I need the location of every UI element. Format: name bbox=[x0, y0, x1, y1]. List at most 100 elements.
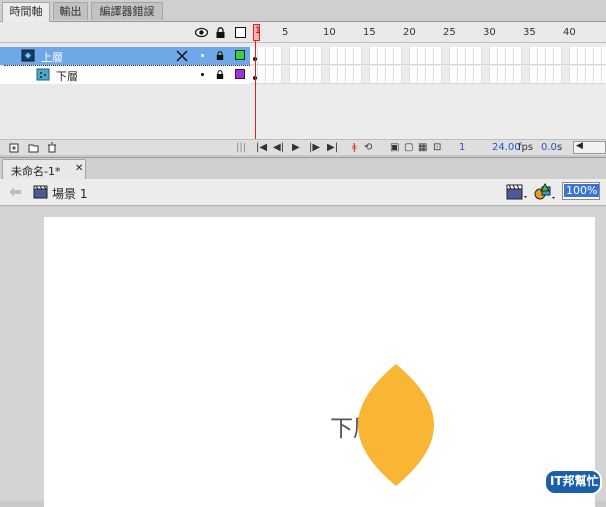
document-tab[interactable]: 未命名-1* ✕ bbox=[2, 159, 86, 180]
layer-row-upper[interactable]: 上層 bbox=[0, 47, 250, 65]
lock-toggle-icon[interactable] bbox=[216, 70, 224, 79]
lock-icon[interactable] bbox=[215, 27, 226, 38]
close-tab-icon[interactable]: ✕ bbox=[75, 163, 83, 174]
edit-scene-icon[interactable] bbox=[506, 183, 528, 201]
ruler-label: 40 bbox=[563, 27, 576, 38]
frame-divider bbox=[545, 47, 546, 64]
onion-outline-icon[interactable]: ▢ bbox=[404, 142, 413, 153]
play-icon[interactable]: ▶ bbox=[292, 142, 300, 153]
layer-color-swatch[interactable] bbox=[235, 50, 245, 60]
frame-divider bbox=[305, 66, 306, 83]
frame-divider bbox=[409, 66, 410, 83]
back-arrow-icon[interactable] bbox=[8, 186, 22, 198]
frame-divider bbox=[497, 66, 498, 83]
edit-symbols-icon[interactable] bbox=[533, 182, 559, 202]
stage-canvas[interactable]: 下層 bbox=[44, 217, 595, 507]
horizontal-scrollbar[interactable]: ◀ bbox=[573, 141, 606, 154]
frame-divider bbox=[297, 47, 298, 64]
ruler-label: 20 bbox=[403, 27, 416, 38]
frame-divider bbox=[465, 66, 466, 83]
document-tab-label: 未命名-1* bbox=[11, 165, 61, 178]
onion-skin-icon[interactable]: ▣ bbox=[390, 142, 399, 153]
frame-row-lower[interactable] bbox=[250, 66, 606, 84]
frame-divider bbox=[537, 47, 538, 64]
ruler-label: 10 bbox=[323, 27, 336, 38]
frame-divider bbox=[425, 66, 426, 83]
loop-icon[interactable]: ⟲ bbox=[364, 142, 372, 153]
step-back-icon[interactable]: ◀| bbox=[273, 142, 284, 153]
current-frame-value[interactable]: 1 bbox=[459, 142, 465, 153]
edit-multiple-icon[interactable]: ▦ bbox=[418, 142, 427, 153]
last-frame-icon[interactable]: ▶| bbox=[327, 142, 338, 153]
ruler-label: 30 bbox=[483, 27, 496, 38]
frame-divider bbox=[553, 66, 554, 83]
tab-output[interactable]: 輸出 bbox=[53, 2, 88, 20]
step-forward-icon[interactable]: |▶ bbox=[309, 142, 320, 153]
frame-divider bbox=[289, 47, 290, 64]
visibility-dot[interactable] bbox=[201, 73, 204, 76]
frame-divider bbox=[537, 66, 538, 83]
tab-timeline[interactable]: 時間軸 bbox=[2, 2, 50, 22]
lock-toggle-icon[interactable] bbox=[216, 51, 224, 60]
frame-rate-value[interactable]: 24.00 bbox=[492, 142, 521, 153]
zoom-field[interactable]: 100% bbox=[562, 182, 600, 200]
frame-divider bbox=[545, 66, 546, 83]
frame-divider bbox=[489, 66, 490, 83]
frame-divider bbox=[513, 47, 514, 64]
frame-divider bbox=[353, 66, 354, 83]
visibility-dot[interactable] bbox=[201, 54, 204, 57]
timeline-footer: ||| |◀ ◀| ▶ |▶ ▶| ǂ ⟲ ▣ ▢ ▦ ⊡ 1 24.00 fp… bbox=[0, 139, 606, 155]
frame-divider bbox=[497, 47, 498, 64]
frame-divider bbox=[577, 47, 578, 64]
frame-divider bbox=[313, 47, 314, 64]
frame-divider bbox=[513, 66, 514, 83]
leaf-shape[interactable] bbox=[358, 364, 434, 486]
layer-name-lower: 下層 bbox=[56, 70, 78, 83]
frame-row-upper[interactable] bbox=[250, 47, 606, 65]
scroll-left-icon[interactable]: ◀ bbox=[576, 141, 583, 151]
layer-header bbox=[0, 22, 250, 43]
frame-divider bbox=[417, 66, 418, 83]
frame-divider bbox=[593, 66, 594, 83]
playhead-line bbox=[255, 41, 256, 139]
timeline-panel: 上層 下層 5 10 15 20 25 30 35 40 1 ||| |◀ ◀|… bbox=[0, 22, 606, 155]
frame-divider bbox=[529, 47, 530, 64]
new-layer-icon[interactable] bbox=[9, 143, 19, 153]
trash-icon[interactable] bbox=[47, 142, 57, 153]
frame-divider bbox=[385, 47, 386, 64]
onion-markers-icon[interactable]: ⊡ bbox=[433, 142, 441, 153]
eye-icon[interactable] bbox=[195, 27, 208, 38]
layer-list: 上層 下層 bbox=[0, 43, 250, 139]
frame-divider bbox=[457, 47, 458, 64]
panel-tab-bar: 時間軸 輸出 編譯器錯誤 bbox=[0, 0, 606, 22]
frame-divider bbox=[465, 47, 466, 64]
first-frame-icon[interactable]: |◀ bbox=[256, 142, 267, 153]
frame-divider bbox=[393, 66, 394, 83]
frame-divider bbox=[329, 66, 330, 83]
outline-icon[interactable] bbox=[235, 27, 246, 38]
center-frame-icon[interactable]: ǂ bbox=[352, 142, 357, 153]
splitter-handle[interactable]: ||| bbox=[236, 142, 246, 153]
frame-divider bbox=[449, 47, 450, 64]
tab-compiler-errors[interactable]: 編譯器錯誤 bbox=[91, 2, 163, 20]
frame-divider bbox=[417, 47, 418, 64]
new-folder-icon[interactable] bbox=[28, 143, 39, 153]
elapsed-time-value[interactable]: 0.0 bbox=[541, 142, 557, 153]
frame-divider bbox=[569, 66, 570, 83]
document-tab-bar: 未命名-1* ✕ bbox=[0, 157, 606, 180]
frame-divider bbox=[489, 47, 490, 64]
frame-divider bbox=[585, 47, 586, 64]
frame-divider bbox=[577, 66, 578, 83]
layer-color-swatch[interactable] bbox=[235, 69, 245, 79]
frame-ruler[interactable]: 1 5 10 15 20 25 30 35 40 bbox=[250, 22, 606, 43]
frame-grid[interactable]: 1 5 10 15 20 25 30 35 40 1 bbox=[250, 22, 606, 139]
layer-row-lower[interactable]: 下層 bbox=[0, 66, 250, 84]
frame-divider bbox=[473, 47, 474, 64]
layer-icon bbox=[21, 49, 35, 62]
scene-label[interactable]: 場景 1 bbox=[52, 185, 87, 202]
playhead[interactable]: 1 bbox=[253, 24, 261, 41]
frame-divider bbox=[345, 66, 346, 83]
frame-divider bbox=[433, 66, 434, 83]
frame-divider bbox=[585, 66, 586, 83]
frame-divider bbox=[289, 66, 290, 83]
